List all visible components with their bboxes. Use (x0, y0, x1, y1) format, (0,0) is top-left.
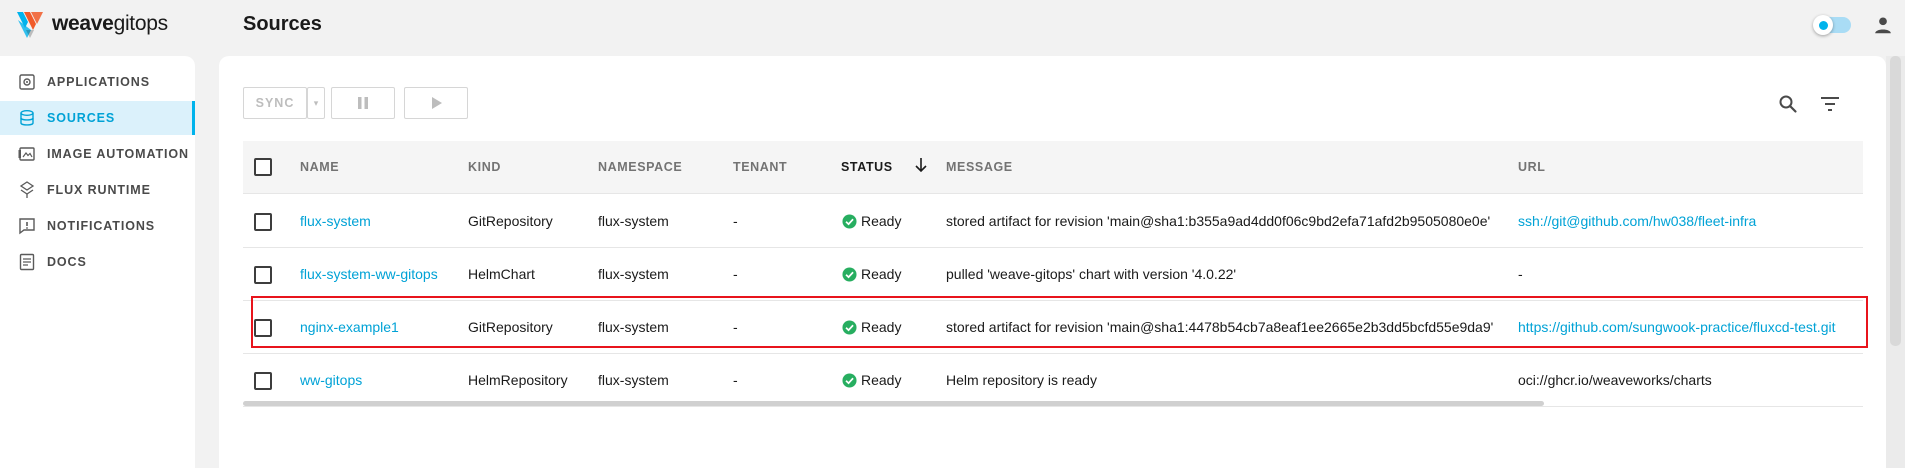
sun-icon (1818, 20, 1828, 30)
filter-icon[interactable] (1819, 93, 1841, 115)
namespace-cell: flux-system (598, 319, 669, 335)
namespace-cell: flux-system (598, 372, 669, 388)
status-text: Ready (861, 213, 902, 229)
message-cell: Helm repository is ready (946, 372, 1097, 388)
image-automation-icon (17, 144, 37, 164)
sidebar-item-label: APPLICATIONS (47, 75, 150, 89)
status-text: Ready (861, 319, 902, 335)
url-link[interactable]: ssh://git@github.com/hw038/fleet-infra (1518, 213, 1756, 229)
kind-cell: GitRepository (468, 319, 553, 335)
row-select-checkbox[interactable] (254, 319, 272, 337)
sidebar-item-label: DOCS (47, 255, 87, 269)
table-row: nginx-example1 GitRepository flux-system - R… (243, 301, 1863, 354)
table-row: ww-gitops HelmRepository flux-system - Ready… (243, 354, 1863, 407)
flux-runtime-icon (17, 180, 37, 200)
column-header-url[interactable]: URL (1518, 160, 1546, 174)
column-header-kind[interactable]: KIND (468, 160, 501, 174)
table-row: flux-system-ww-gitops HelmChart flux-syste… (243, 248, 1863, 301)
logo-text: weavegitops (52, 12, 168, 35)
page-title: Sources (243, 13, 322, 35)
vertical-scrollbar[interactable] (1886, 56, 1905, 468)
kind-cell: HelmChart (468, 266, 535, 282)
applications-icon (17, 72, 37, 92)
toggle-knob (1813, 15, 1833, 35)
ready-check-icon (842, 267, 857, 282)
url-cell: oci://ghcr.io/weaveworks/charts (1518, 372, 1712, 388)
tenant-cell: - (733, 213, 738, 229)
ready-check-icon (842, 320, 857, 335)
url-cell: - (1518, 266, 1523, 282)
column-header-tenant[interactable]: TENANT (733, 160, 787, 174)
ready-check-icon (842, 214, 857, 229)
tenant-cell: - (733, 319, 738, 335)
sidebar-nav: APPLICATIONS SOURCES IMAGE AUTOMATION FL… (0, 56, 195, 468)
scrollbar-thumb[interactable] (1890, 56, 1901, 346)
weave-logo-icon (17, 12, 43, 38)
sidebar-item-image-automation[interactable]: IMAGE AUTOMATION (0, 137, 195, 171)
message-cell: stored artifact for revision 'main@sha1:… (946, 319, 1494, 335)
table-header: NAME KIND NAMESPACE TENANT STATUS MESSAG… (243, 141, 1863, 194)
sources-icon (17, 108, 37, 128)
url-link[interactable]: https://github.com/sungwook-practice/flu… (1518, 319, 1835, 335)
sidebar-item-applications[interactable]: APPLICATIONS (0, 65, 195, 99)
sidebar-item-flux-runtime[interactable]: FLUX RUNTIME (0, 173, 195, 207)
sidebar-item-sources[interactable]: SOURCES (0, 101, 195, 135)
sort-arrow-down-icon[interactable] (913, 156, 929, 174)
play-icon (432, 97, 442, 109)
docs-icon (17, 252, 37, 272)
status-text: Ready (861, 372, 902, 388)
kind-cell: GitRepository (468, 213, 553, 229)
tenant-cell: - (733, 266, 738, 282)
source-name-link[interactable]: nginx-example1 (300, 319, 399, 335)
column-header-status[interactable]: STATUS (841, 160, 893, 174)
pause-icon (358, 97, 368, 109)
sync-button[interactable]: SYNC (243, 87, 307, 119)
column-header-namespace[interactable]: NAMESPACE (598, 160, 682, 174)
top-bar: weavegitops Sources (0, 0, 1905, 52)
user-account-icon[interactable] (1872, 14, 1894, 36)
sync-options-dropdown[interactable]: ▾ (307, 87, 325, 119)
sidebar-item-label: SOURCES (47, 111, 116, 125)
tenant-cell: - (733, 372, 738, 388)
suspend-button[interactable] (331, 87, 395, 119)
sidebar-item-notifications[interactable]: NOTIFICATIONS (0, 209, 195, 243)
row-select-checkbox[interactable] (254, 213, 272, 231)
ready-check-icon (842, 373, 857, 388)
row-select-checkbox[interactable] (254, 266, 272, 284)
sources-panel: SYNC ▾ NAME KIND NAMESPACE TENANT STATUS… (219, 56, 1886, 468)
column-header-message[interactable]: MESSAGE (946, 160, 1013, 174)
horizontal-scrollbar[interactable] (243, 401, 1544, 406)
source-name-link[interactable]: flux-system (300, 213, 371, 229)
sidebar-item-docs[interactable]: DOCS (0, 245, 195, 279)
column-header-name[interactable]: NAME (300, 160, 339, 174)
status-text: Ready (861, 266, 902, 282)
row-select-checkbox[interactable] (254, 372, 272, 390)
source-name-link[interactable]: ww-gitops (300, 372, 362, 388)
weave-gitops-logo[interactable]: weavegitops (14, 8, 168, 40)
kind-cell: HelmRepository (468, 372, 568, 388)
message-cell: pulled 'weave-gitops' chart with version… (946, 266, 1237, 282)
table-row: flux-system GitRepository flux-system - Read… (243, 195, 1863, 248)
source-name-link[interactable]: flux-system-ww-gitops (300, 266, 438, 282)
notifications-icon (17, 216, 37, 236)
namespace-cell: flux-system (598, 266, 669, 282)
message-cell: stored artifact for revision 'main@sha1:… (946, 213, 1491, 229)
resume-button[interactable] (404, 87, 468, 119)
sidebar-item-label: NOTIFICATIONS (47, 219, 155, 233)
dark-mode-toggle[interactable] (1813, 15, 1851, 35)
namespace-cell: flux-system (598, 213, 669, 229)
sidebar-item-label: IMAGE AUTOMATION (47, 147, 189, 161)
search-icon[interactable] (1777, 93, 1799, 115)
select-all-checkbox[interactable] (254, 158, 272, 176)
sidebar-item-label: FLUX RUNTIME (47, 183, 151, 197)
